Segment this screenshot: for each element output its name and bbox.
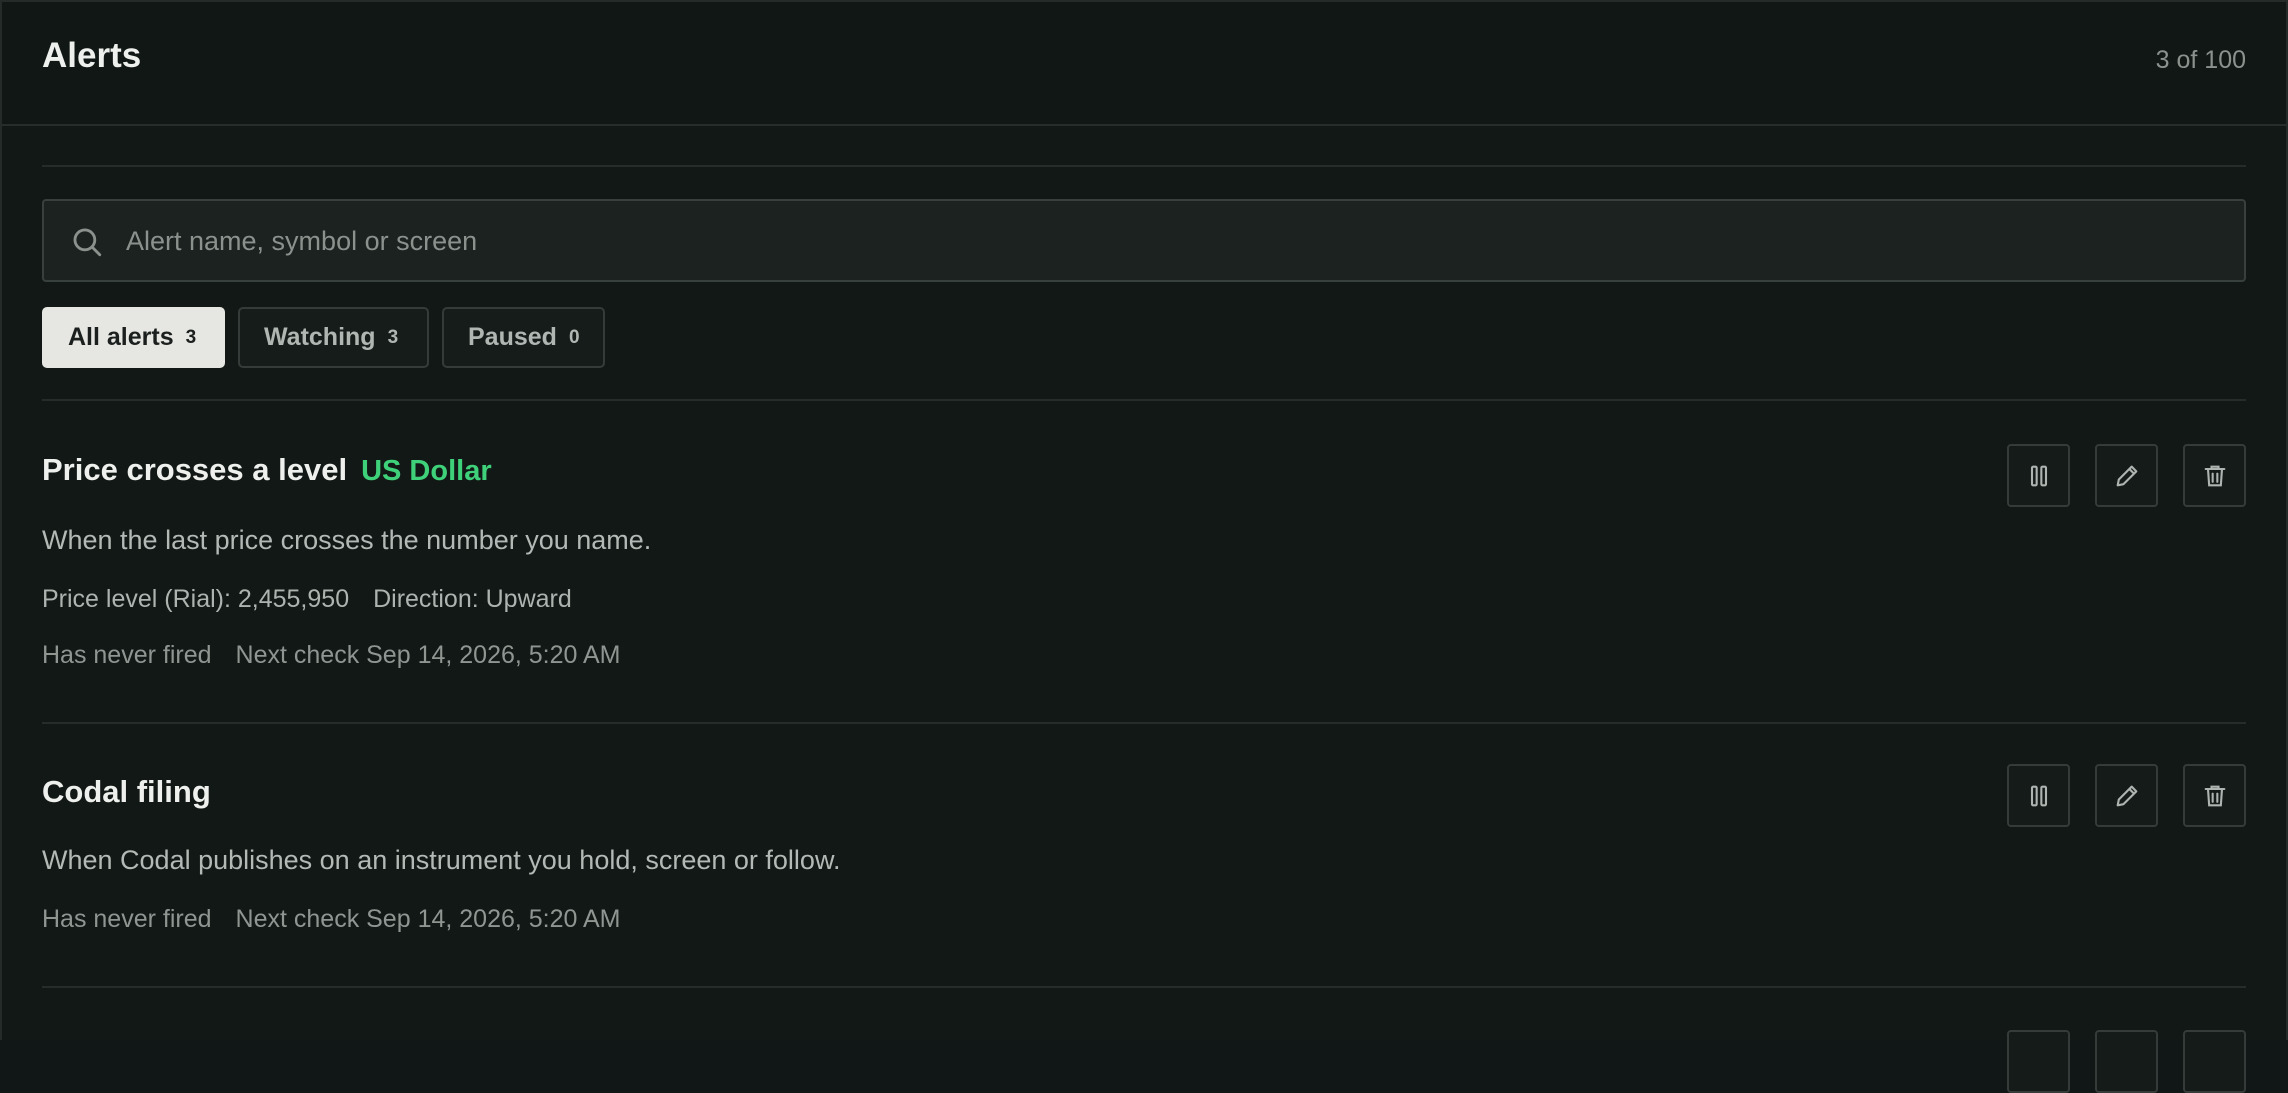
alert-status: Has never fired Next check Sep 14, 2026, … bbox=[42, 905, 621, 934]
pencil-icon bbox=[2116, 465, 2137, 486]
delete-button[interactable] bbox=[2183, 764, 2246, 827]
search-input[interactable] bbox=[124, 201, 2224, 282]
panel-header: Alerts 3 of 100 bbox=[2, 2, 2286, 126]
trash-icon bbox=[2204, 465, 2225, 486]
divider bbox=[42, 986, 2246, 988]
tab-count: 3 bbox=[185, 326, 197, 348]
alert-symbol-tag[interactable]: US Dollar bbox=[361, 455, 492, 487]
page-title: Alerts bbox=[42, 36, 142, 75]
pause-button[interactable] bbox=[2007, 444, 2070, 507]
search-box[interactable] bbox=[42, 199, 2246, 282]
trash-icon bbox=[2204, 785, 2225, 806]
edit-button[interactable] bbox=[2095, 764, 2158, 827]
tab-label: Paused bbox=[468, 323, 557, 351]
alert-params: Price level (Rial): 2,455,950 Direction: … bbox=[42, 585, 572, 614]
delete-button[interactable] bbox=[2183, 1030, 2246, 1093]
alert-title-row: Price crosses a level US Dollar bbox=[42, 452, 492, 488]
pause-icon bbox=[2030, 465, 2047, 486]
divider bbox=[42, 399, 2246, 401]
divider bbox=[42, 165, 2246, 167]
pause-icon bbox=[2030, 785, 2047, 806]
alert-description: When the last price crosses the number y… bbox=[42, 525, 652, 555]
delete-button[interactable] bbox=[2183, 444, 2246, 507]
tab-all-alerts[interactable]: All alerts 3 bbox=[42, 307, 225, 368]
tab-paused[interactable]: Paused 0 bbox=[442, 307, 605, 368]
edit-button[interactable] bbox=[2095, 1030, 2158, 1093]
tab-label: Watching bbox=[264, 323, 376, 351]
alert-title-row: Codal filing bbox=[42, 774, 211, 810]
alert-description: When Codal publishes on an instrument yo… bbox=[42, 845, 841, 875]
alerts-panel: Alerts 3 of 100 All alerts 3 Watching 3 … bbox=[0, 0, 2288, 1093]
fired-status: Has never fired bbox=[42, 641, 212, 669]
direction: Direction: Upward bbox=[373, 585, 572, 613]
tab-count: 3 bbox=[387, 326, 399, 348]
alert-count: 3 of 100 bbox=[2155, 46, 2246, 74]
next-check: Next check Sep 14, 2026, 5:20 AM bbox=[235, 905, 621, 933]
tab-count: 0 bbox=[568, 326, 580, 348]
tab-label: All alerts bbox=[68, 323, 174, 351]
next-check: Next check Sep 14, 2026, 5:20 AM bbox=[235, 641, 621, 669]
pause-button[interactable] bbox=[2007, 764, 2070, 827]
tab-watching[interactable]: Watching 3 bbox=[238, 307, 429, 368]
alert-title: Codal filing bbox=[42, 774, 211, 809]
pause-button[interactable] bbox=[2007, 1030, 2070, 1093]
divider bbox=[42, 722, 2246, 724]
alert-title: Price crosses a level bbox=[42, 452, 348, 487]
search-icon bbox=[73, 228, 102, 257]
alert-status: Has never fired Next check Sep 14, 2026, … bbox=[42, 641, 621, 670]
price-level: Price level (Rial): 2,455,950 bbox=[42, 585, 350, 613]
fired-status: Has never fired bbox=[42, 905, 212, 933]
edit-button[interactable] bbox=[2095, 444, 2158, 507]
pencil-icon bbox=[2116, 785, 2137, 806]
